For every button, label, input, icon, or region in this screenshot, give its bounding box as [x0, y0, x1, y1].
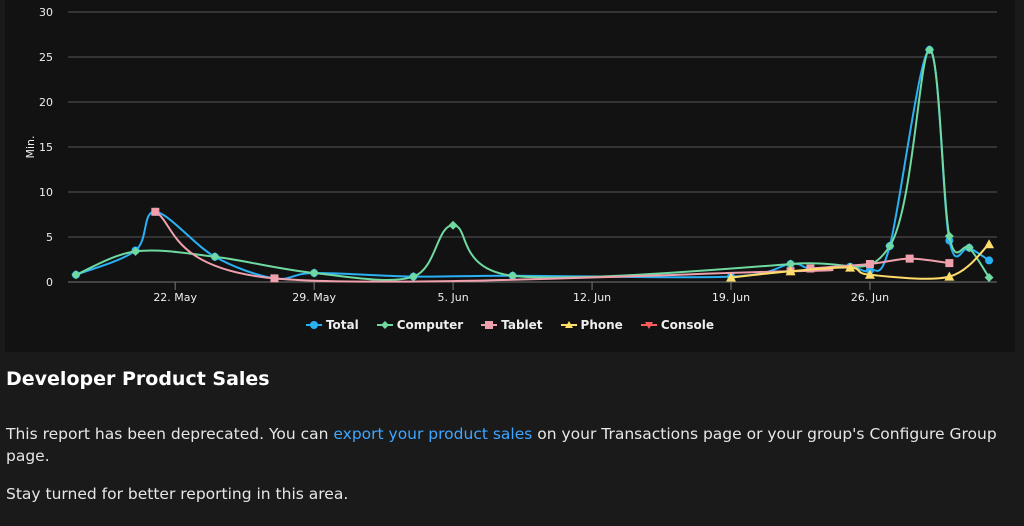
x-tick-label: 12. Jun [573, 291, 611, 304]
x-tick-label: 5. Jun [438, 291, 469, 304]
notice-text: This report has been deprecated. You can [6, 425, 334, 443]
total-series-line [75, 48, 990, 280]
legend-label: Console [660, 318, 715, 332]
report-title: Developer Product Sales [6, 368, 270, 390]
legend-item-console[interactable]: Console [640, 318, 715, 332]
legend-item-phone[interactable]: Phone [560, 318, 623, 332]
x-tick-label: 22. May [153, 291, 197, 304]
x-tick-label: 29. May [292, 291, 336, 304]
legend-label: Total [325, 318, 359, 332]
computer-data-point [309, 268, 319, 278]
chart-svg: 0 5 10 15 20 25 30 Min. 22. May 29. May 5. Jun 12. … [24, 6, 997, 304]
y-tick-label: 15 [39, 141, 53, 154]
y-tick-label: 20 [39, 96, 53, 109]
computer-data-point [210, 252, 220, 262]
tablet-data-point [151, 207, 160, 216]
legend-label: Tablet [501, 318, 543, 332]
tablet-series-line [154, 210, 950, 283]
legend-item-tablet[interactable]: Tablet [481, 318, 543, 332]
y-tick-label: 30 [39, 6, 53, 19]
x-tick-label: 26. Jun [851, 291, 889, 304]
legend-label: Phone [580, 318, 623, 332]
x-tick-label: 19. Jun [712, 291, 750, 304]
chart-legend: Total Computer Tablet Phone Console [5, 318, 1015, 332]
stay-tuned-text: Stay turned for better reporting in this… [6, 485, 349, 503]
legend-square-icon [481, 321, 498, 329]
legend-diamond-icon [376, 321, 393, 329]
y-tick-label: 0 [46, 276, 53, 289]
legend-circle-icon [305, 321, 322, 329]
y-tick-label: 25 [39, 51, 53, 64]
computer-data-point [71, 270, 81, 280]
y-axis-label: Min. [24, 135, 37, 158]
computer-data-point [408, 272, 418, 282]
deprecation-notice: This report has been deprecated. You can… [6, 423, 1006, 467]
y-tick-label: 5 [46, 231, 53, 244]
tablet-data-point [905, 254, 914, 263]
y-tick-label: 10 [39, 186, 53, 199]
tablet-data-point [945, 259, 954, 268]
legend-triangle-icon [560, 321, 577, 328]
legend-label: Computer [396, 318, 464, 332]
computer-data-point [448, 220, 458, 230]
total-data-point [985, 256, 994, 265]
computer-series-line [75, 48, 990, 281]
legend-triangle-down-icon [640, 322, 657, 329]
export-sales-link[interactable]: export your product sales [333, 425, 532, 443]
tablet-data-point [270, 274, 279, 283]
legend-item-total[interactable]: Total [305, 318, 359, 332]
phone-data-point [984, 239, 995, 249]
tablet-data-point [865, 260, 874, 268]
legend-item-computer[interactable]: Computer [376, 318, 464, 332]
sales-chart: 0 5 10 15 20 25 30 Min. 22. May 29. May 5. Jun 12. … [5, 0, 1015, 352]
